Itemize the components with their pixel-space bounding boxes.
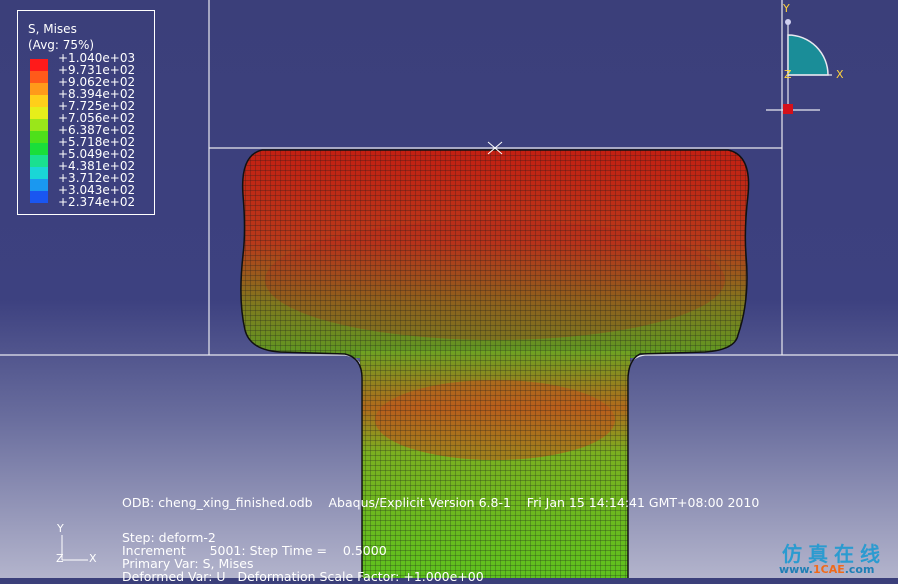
legend-swatch bbox=[30, 59, 48, 71]
legend-color-bar bbox=[30, 59, 48, 203]
watermark-url-prefix: www. bbox=[779, 563, 813, 576]
view-triad bbox=[766, 19, 832, 114]
legend-labels: +1.040e+03 +9.731e+02 +9.062e+02 +8.394e+02… bbox=[58, 52, 135, 208]
triad-y-label: Y bbox=[783, 2, 790, 15]
deformed-mesh bbox=[240, 150, 749, 578]
contour-legend: S, Mises (Avg: 75%) +1.040e+03 +9.731e+02… bbox=[17, 10, 155, 215]
legend-title: S, Mises bbox=[28, 22, 77, 36]
abaqus-viewport[interactable]: S, Mises (Avg: 75%) +1.040e+03 +9.731e+02… bbox=[0, 0, 898, 583]
small-axes-y-label: Y bbox=[57, 522, 64, 535]
legend-swatch bbox=[30, 191, 48, 203]
watermark-url-brand: 1CAE bbox=[812, 563, 845, 576]
legend-swatch bbox=[30, 95, 48, 107]
legend-value-label: +2.374e+02 bbox=[58, 195, 136, 209]
legend-swatch bbox=[30, 131, 48, 143]
deformed-var-line: Deformed Var: U Deformation Scale Factor… bbox=[122, 569, 484, 584]
legend-swatch bbox=[30, 71, 48, 83]
small-axes-x-label: X bbox=[89, 552, 97, 565]
triad-x-label: X bbox=[836, 68, 844, 81]
legend-swatch bbox=[30, 179, 48, 191]
watermark-url: www.1CAE.com bbox=[779, 563, 874, 576]
small-axes-z-label: Z bbox=[56, 552, 64, 565]
triad-z-label: Z bbox=[784, 68, 792, 81]
small-axes-icon bbox=[61, 535, 88, 561]
legend-swatch bbox=[30, 155, 48, 167]
odb-info-line: ODB: cheng_xing_finished.odb Abaqus/Expl… bbox=[122, 495, 760, 510]
legend-swatch bbox=[30, 83, 48, 95]
legend-swatch bbox=[30, 167, 48, 179]
legend-swatch bbox=[30, 107, 48, 119]
legend-swatch bbox=[30, 119, 48, 131]
legend-swatch bbox=[30, 143, 48, 155]
watermark-url-suffix: .com bbox=[844, 563, 875, 576]
